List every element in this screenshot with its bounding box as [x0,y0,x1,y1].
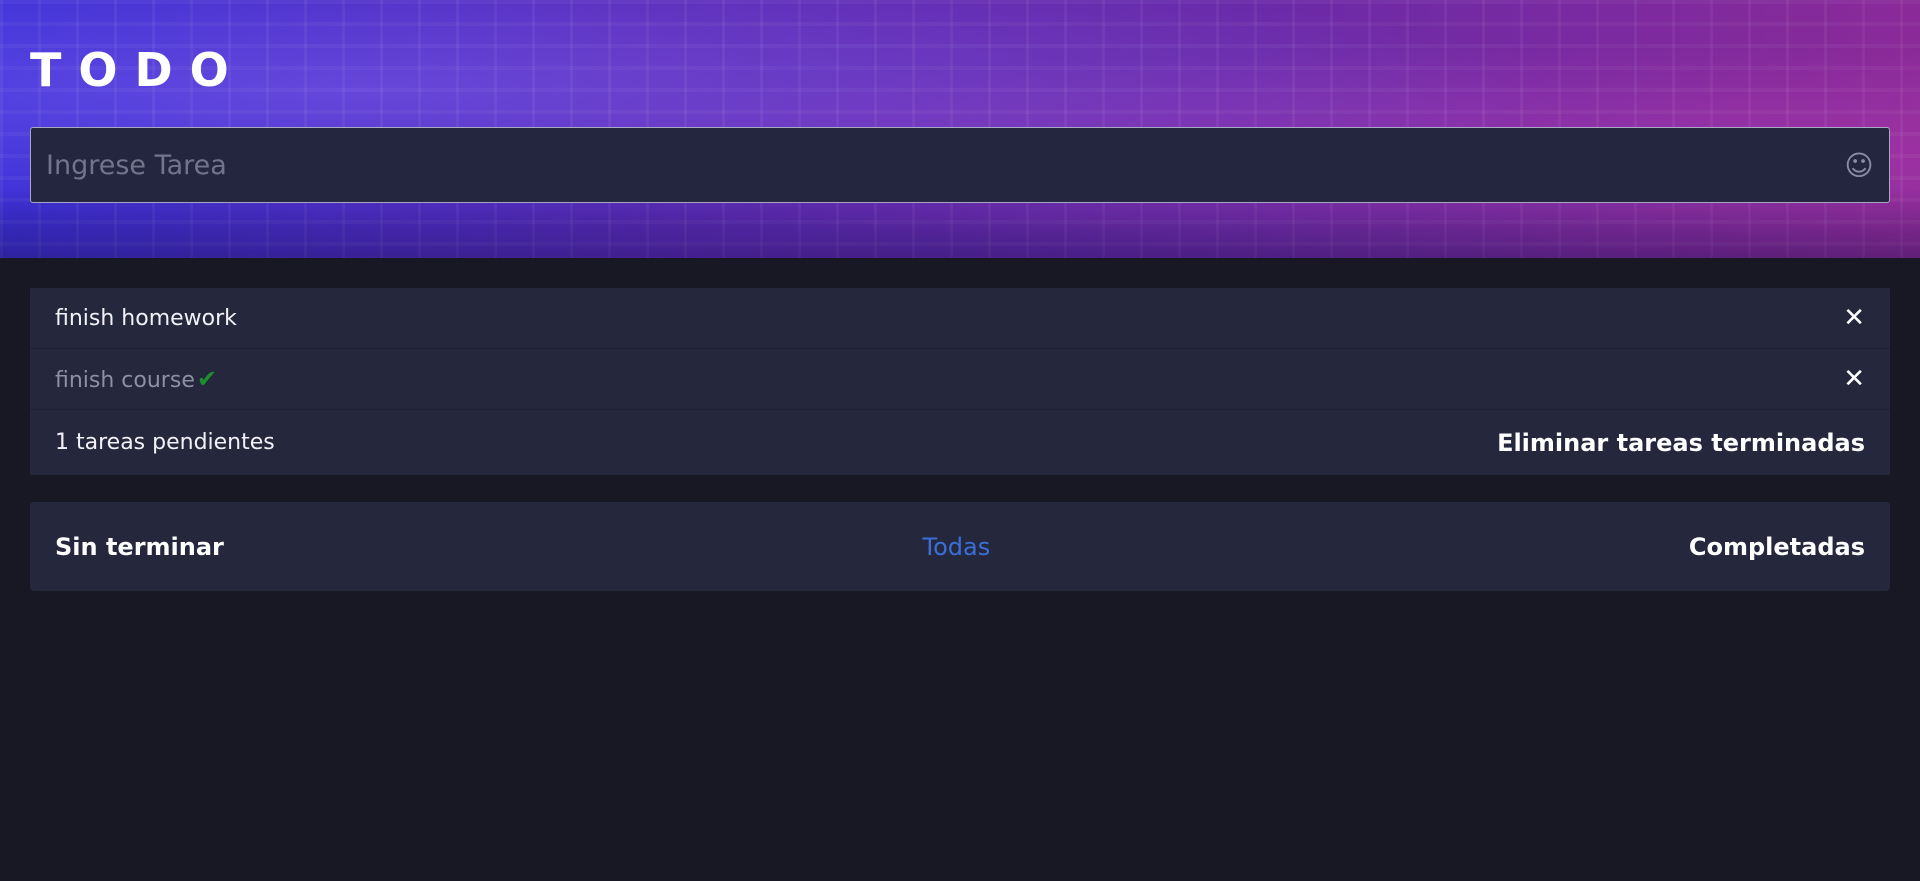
close-icon[interactable]: ✕ [1843,303,1865,333]
smile-icon[interactable]: ☺ [1829,128,1889,202]
todo-list: finish homework ✕ finish course✔ ✕ 1 tar… [30,288,1890,475]
todo-text: finish homework [55,305,237,331]
close-icon[interactable]: ✕ [1843,364,1865,394]
filter-unfinished[interactable]: Sin terminar [55,533,224,561]
filter-bar: Sin terminar Todas Completadas [30,502,1890,591]
todo-text: finish course [55,368,195,393]
task-input[interactable] [31,128,1829,202]
filter-all[interactable]: Todas [923,533,991,561]
pending-count: 1 tareas pendientes [55,430,275,455]
clear-completed-button[interactable]: Eliminar tareas terminadas [1497,429,1865,457]
app-title: TODO [30,43,246,97]
list-footer: 1 tareas pendientes Eliminar tareas term… [30,410,1890,475]
list-item[interactable]: finish homework ✕ [30,288,1890,349]
check-icon: ✔ [196,365,217,393]
list-item[interactable]: finish course✔ ✕ [30,349,1890,410]
todo-label: finish course✔ [55,365,217,393]
filter-completed[interactable]: Completadas [1689,533,1865,561]
task-input-container: ☺ [30,127,1890,203]
